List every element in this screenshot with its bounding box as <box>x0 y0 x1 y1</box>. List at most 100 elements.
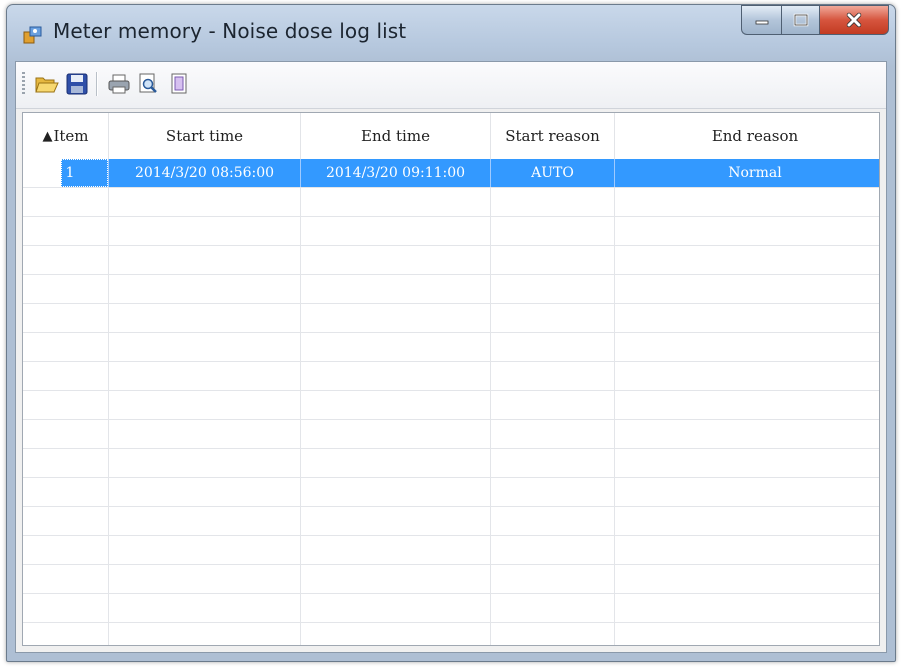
open-button[interactable] <box>34 71 60 97</box>
empty-table-row[interactable] <box>23 362 879 391</box>
empty-cell <box>23 275 109 303</box>
empty-table-row[interactable] <box>23 565 879 594</box>
empty-cell <box>615 217 879 245</box>
empty-cell <box>301 391 491 419</box>
empty-cell <box>301 507 491 535</box>
close-icon <box>846 12 862 28</box>
empty-cell <box>23 449 109 477</box>
empty-cell <box>109 188 301 216</box>
column-header-end-time[interactable]: End time <box>301 113 491 159</box>
empty-cell <box>615 188 879 216</box>
empty-cell <box>301 449 491 477</box>
empty-cell <box>615 536 879 564</box>
empty-table-row[interactable] <box>23 246 879 275</box>
empty-cell <box>23 362 109 390</box>
empty-cell <box>23 565 109 593</box>
print-preview-button[interactable] <box>136 71 162 97</box>
table-row[interactable]: 1 2014/3/20 08:56:00 2014/3/20 09:11:00 … <box>23 159 879 188</box>
table-header: ▲ Item Start time End time Start reason E… <box>23 113 879 160</box>
empty-cell <box>23 536 109 564</box>
cell-start-time: 2014/3/20 08:56:00 <box>109 159 301 187</box>
empty-cell <box>491 217 615 245</box>
empty-table-row[interactable] <box>23 507 879 536</box>
empty-table-row[interactable] <box>23 536 879 565</box>
empty-cell <box>491 478 615 506</box>
empty-cell <box>615 275 879 303</box>
empty-cell <box>301 478 491 506</box>
empty-cell <box>615 478 879 506</box>
item-value: 1 <box>60 159 108 187</box>
empty-cell <box>615 246 879 274</box>
empty-table-row[interactable] <box>23 420 879 449</box>
empty-cell <box>491 565 615 593</box>
empty-cell <box>23 246 109 274</box>
empty-table-row[interactable] <box>23 623 879 645</box>
column-header-end-reason[interactable]: End reason <box>615 113 879 159</box>
minimize-button[interactable] <box>741 5 781 35</box>
empty-cell <box>491 246 615 274</box>
print-preview-icon <box>139 73 157 93</box>
toolbar <box>16 62 886 109</box>
empty-table-row[interactable] <box>23 449 879 478</box>
empty-cell <box>491 420 615 448</box>
floppy-disk-icon <box>66 73 88 95</box>
empty-cell <box>301 420 491 448</box>
empty-cell <box>301 362 491 390</box>
close-button[interactable] <box>819 5 889 35</box>
empty-cell <box>23 188 109 216</box>
column-header-item[interactable]: ▲ Item <box>23 113 109 159</box>
empty-cell <box>491 391 615 419</box>
caption-buttons <box>741 5 889 35</box>
empty-cell <box>23 594 109 622</box>
empty-cell <box>491 188 615 216</box>
save-button[interactable] <box>64 71 90 97</box>
maximize-button[interactable] <box>781 5 819 35</box>
empty-table-row[interactable] <box>23 594 879 623</box>
title-bar[interactable]: Meter memory - Noise dose log list <box>7 5 895 61</box>
empty-cell <box>491 333 615 361</box>
folder-open-icon <box>35 77 59 93</box>
empty-cell <box>491 623 615 645</box>
empty-cell <box>109 507 301 535</box>
empty-cell <box>23 217 109 245</box>
column-header-start-reason[interactable]: Start reason <box>491 113 615 159</box>
empty-cell <box>109 565 301 593</box>
empty-cell <box>491 449 615 477</box>
empty-table-row[interactable] <box>23 391 879 420</box>
log-table[interactable]: ▲ Item Start time End time Start reason E… <box>22 112 880 646</box>
maximize-icon <box>793 13 808 27</box>
empty-cell <box>301 536 491 564</box>
empty-cell <box>109 246 301 274</box>
empty-cell <box>491 304 615 332</box>
empty-cell <box>615 594 879 622</box>
empty-cell <box>615 420 879 448</box>
empty-cell <box>301 217 491 245</box>
empty-table-row[interactable] <box>23 478 879 507</box>
toolbar-grip[interactable] <box>22 72 25 96</box>
page-setup-button[interactable] <box>166 71 192 97</box>
column-header-start-time[interactable]: Start time <box>109 113 301 159</box>
empty-cell <box>23 304 109 332</box>
empty-cell <box>301 565 491 593</box>
cell-item: 1 <box>23 159 109 187</box>
empty-cell <box>491 507 615 535</box>
empty-cell <box>109 594 301 622</box>
empty-table-row[interactable] <box>23 275 879 304</box>
empty-cell <box>23 391 109 419</box>
app-icon <box>23 25 43 45</box>
empty-cell <box>615 304 879 332</box>
empty-cell <box>109 391 301 419</box>
empty-cell <box>109 478 301 506</box>
window-title: Meter memory - Noise dose log list <box>53 19 407 43</box>
empty-table-row[interactable] <box>23 188 879 217</box>
cell-start-reason: AUTO <box>491 159 615 187</box>
empty-cell <box>109 623 301 645</box>
cell-end-time: 2014/3/20 09:11:00 <box>301 159 491 187</box>
empty-cell <box>491 275 615 303</box>
empty-table-row[interactable] <box>23 217 879 246</box>
empty-table-row[interactable] <box>23 304 879 333</box>
print-button[interactable] <box>106 71 132 97</box>
empty-table-row[interactable] <box>23 333 879 362</box>
toolbar-separator <box>96 72 98 96</box>
empty-cell <box>23 333 109 361</box>
